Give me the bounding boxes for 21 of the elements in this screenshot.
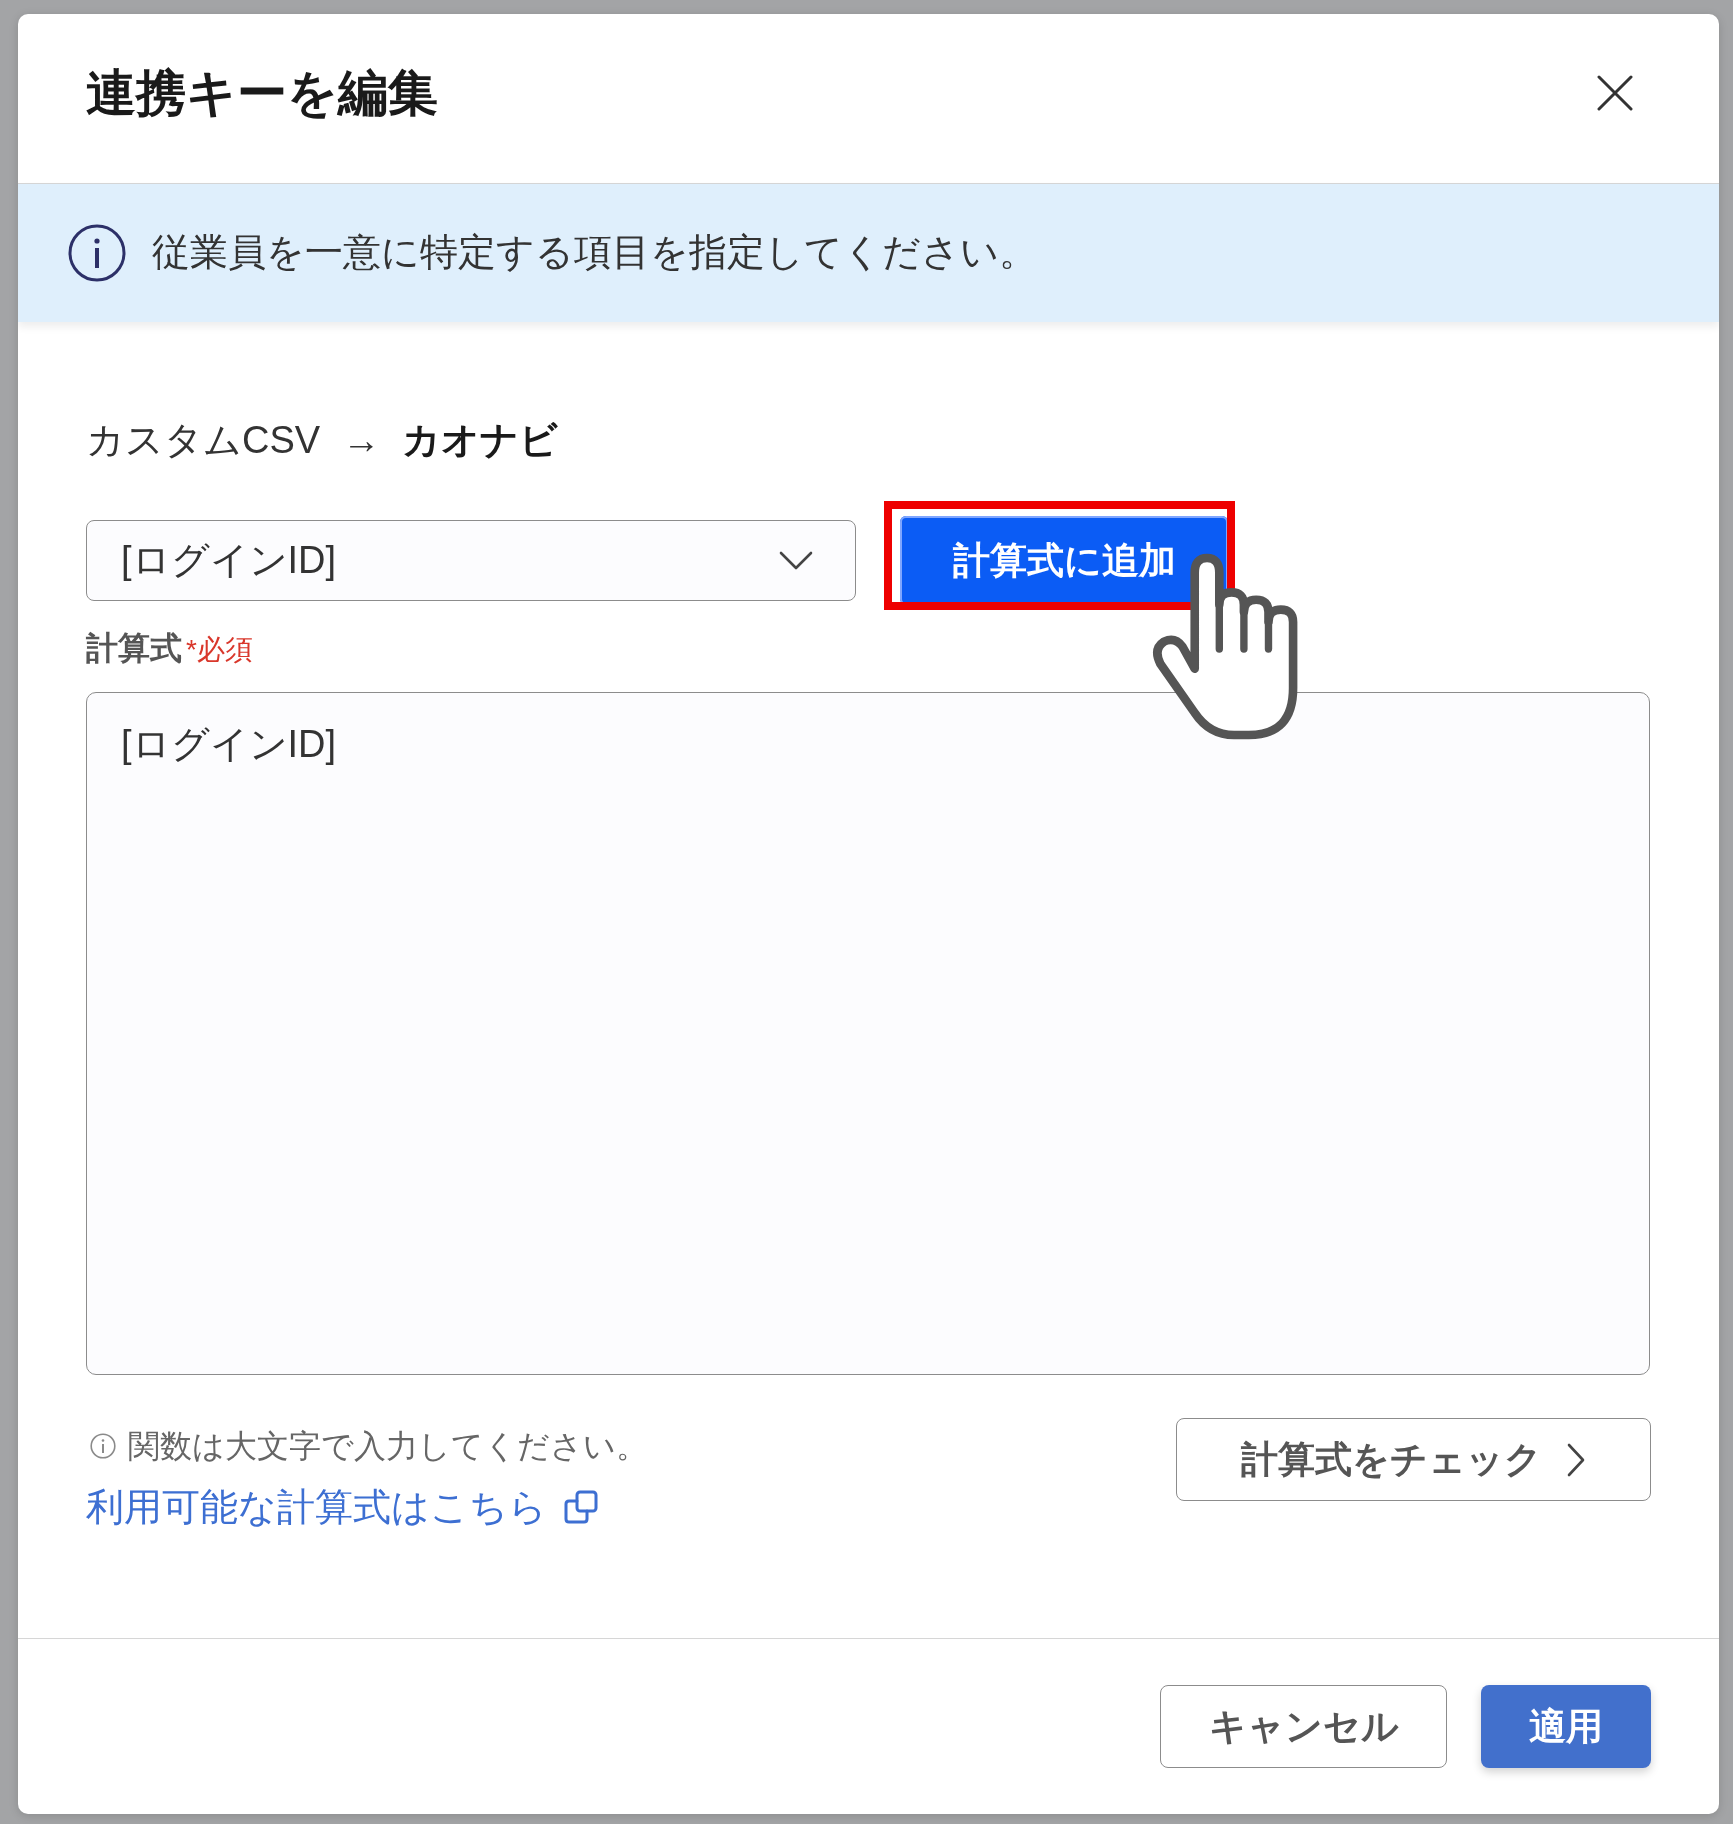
mapping-source: カスタムCSV xyxy=(86,418,321,463)
info-icon xyxy=(68,224,126,282)
required-mark: *必須 xyxy=(186,633,253,667)
field-dropdown[interactable]: [ログインID] xyxy=(86,520,856,601)
chevron-right-icon xyxy=(1566,1441,1586,1478)
mapping-arrow: → xyxy=(342,418,381,463)
add-formula-button[interactable]: 計算式に追加 xyxy=(900,516,1228,605)
check-formula-button[interactable]: 計算式をチェック xyxy=(1176,1418,1651,1501)
notice-text: 従業員を一意に特定する項目を指定してください。 xyxy=(152,230,1037,276)
formula-label: 計算式 xyxy=(86,629,182,668)
cancel-button[interactable]: キャンセル xyxy=(1160,1685,1447,1768)
chevron-down-icon xyxy=(779,550,813,571)
dialog-title: 連携キーを編集 xyxy=(86,63,438,123)
formula-reference-link[interactable]: 利用可能な計算式はこちら xyxy=(86,1482,599,1532)
info-icon xyxy=(90,1433,116,1459)
apply-button[interactable]: 適用 xyxy=(1481,1685,1651,1768)
external-link-icon xyxy=(563,1489,599,1525)
mapping-target: カオナビ xyxy=(402,418,559,463)
formula-textarea[interactable]: [ログインID] xyxy=(86,692,1650,1375)
close-icon[interactable] xyxy=(1597,74,1633,111)
hint-text: 関数は大文字で入力してください。 xyxy=(128,1427,648,1466)
